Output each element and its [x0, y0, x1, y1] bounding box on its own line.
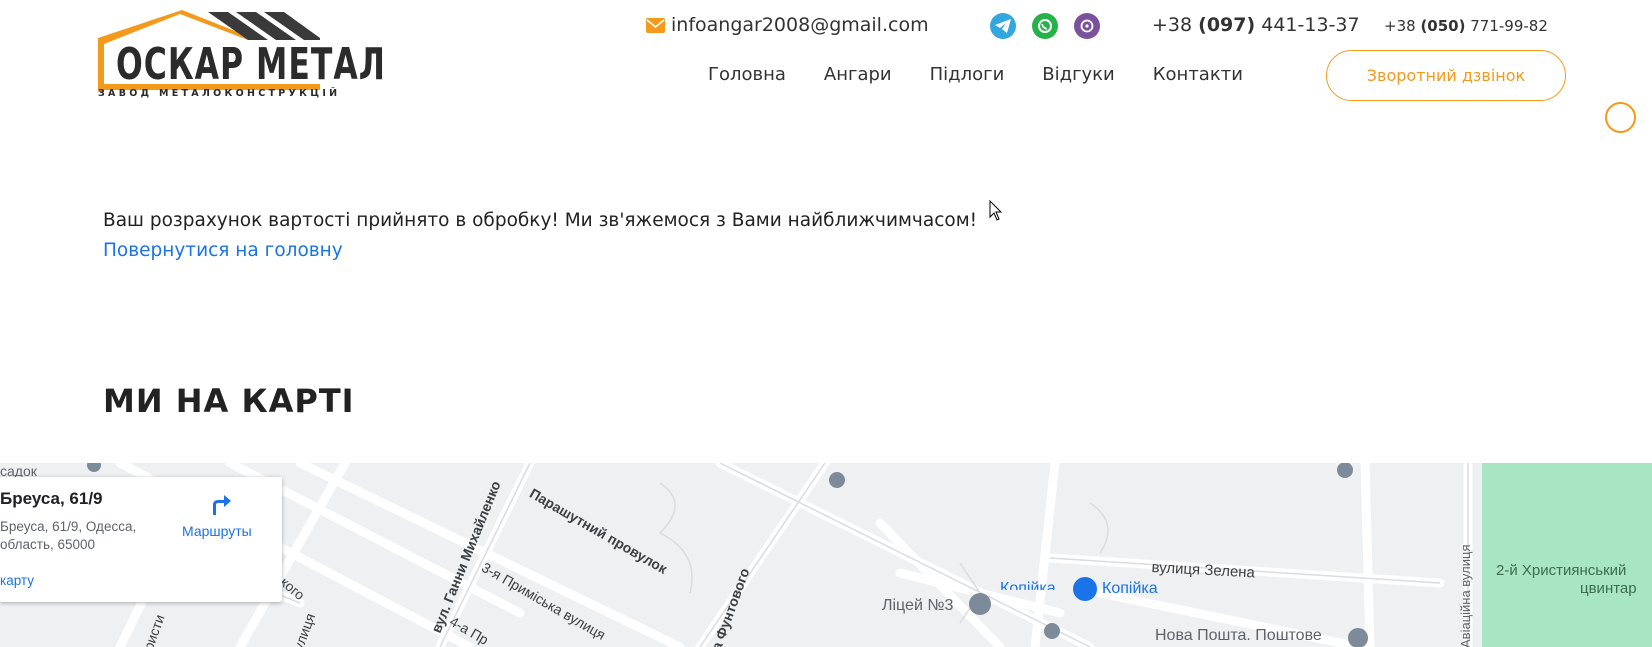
- mouse-cursor-icon: [989, 200, 1003, 221]
- phone-prefix: +38: [1384, 17, 1416, 35]
- logo-brand-text: ОСКАР МЕТАЛ: [116, 40, 386, 90]
- phone-number: 441-13-37: [1261, 14, 1360, 36]
- email-text: infoangar2008@gmail.com: [671, 14, 929, 36]
- email-link[interactable]: infoangar2008@gmail.com: [646, 14, 929, 36]
- nav-contacts[interactable]: Контакти: [1153, 64, 1243, 85]
- place-address-line: Бреуса, 61/9, Одесса,: [0, 519, 137, 534]
- messenger-links: [990, 13, 1100, 39]
- main-nav: Головна Ангари Підлоги Відгуки Контакти: [708, 64, 1281, 85]
- telegram-icon[interactable]: [990, 13, 1016, 39]
- phone-primary[interactable]: +38 (097) 441-13-37: [1152, 14, 1360, 36]
- phone-secondary[interactable]: +38 (050) 771-99-82: [1384, 17, 1548, 35]
- map-label-cemetery: 2-й Християнський: [1496, 562, 1627, 579]
- place-title: Бреуса, 61/9: [0, 489, 103, 508]
- nav-floors[interactable]: Підлоги: [930, 64, 1005, 85]
- map-label-poi: Нова Пошта. Поштове: [1155, 627, 1322, 644]
- nav-reviews[interactable]: Відгуки: [1042, 64, 1114, 85]
- confirmation-message: Ваш розрахунок вартості прийнято в оброб…: [103, 210, 978, 231]
- open-map-link[interactable]: карту: [0, 573, 34, 588]
- phone-prefix: +38: [1152, 14, 1193, 36]
- nav-hangars[interactable]: Ангари: [824, 64, 892, 85]
- map-place-card: Бреуса, 61/9 Бреуса, 61/9, Одесса, облас…: [0, 477, 282, 602]
- place-address-line: область, 65000: [0, 537, 96, 552]
- phone-number: 771-99-82: [1470, 17, 1548, 35]
- directions-icon[interactable]: [207, 491, 233, 517]
- map-label-cemetery: цвинтар: [1580, 580, 1637, 597]
- map-label-street: Авіаційна вулиця: [1458, 544, 1473, 647]
- callback-widget-icon[interactable]: [1605, 102, 1636, 133]
- back-home-link[interactable]: Повернутися на головну: [103, 240, 343, 261]
- directions-label[interactable]: Маршруты: [182, 523, 252, 539]
- cemetery-park: [1482, 463, 1652, 647]
- whatsapp-icon[interactable]: [1032, 13, 1058, 39]
- phone-code: (097): [1198, 14, 1256, 36]
- logo[interactable]: ОСКАР МЕТАЛ ЗАВОД МЕТАЛОКОНСТРУКЦІЙ: [98, 10, 385, 100]
- place-address: Бреуса, 61/9, Одесса, область, 65000: [0, 518, 170, 554]
- viber-icon[interactable]: [1074, 13, 1100, 39]
- map-label-poi: Копійка: [1102, 580, 1158, 597]
- map-label-poi: Ліцей №3: [882, 597, 954, 614]
- logo-tagline: ЗАВОД МЕТАЛОКОНСТРУКЦІЙ: [98, 88, 341, 99]
- nav-home[interactable]: Головна: [708, 64, 786, 85]
- mail-icon: [646, 17, 665, 33]
- phone-code: (050): [1420, 17, 1466, 35]
- callback-button[interactable]: Зворотний дзвінок: [1326, 50, 1566, 101]
- map-section-title: МИ НА КАРТІ: [103, 382, 355, 420]
